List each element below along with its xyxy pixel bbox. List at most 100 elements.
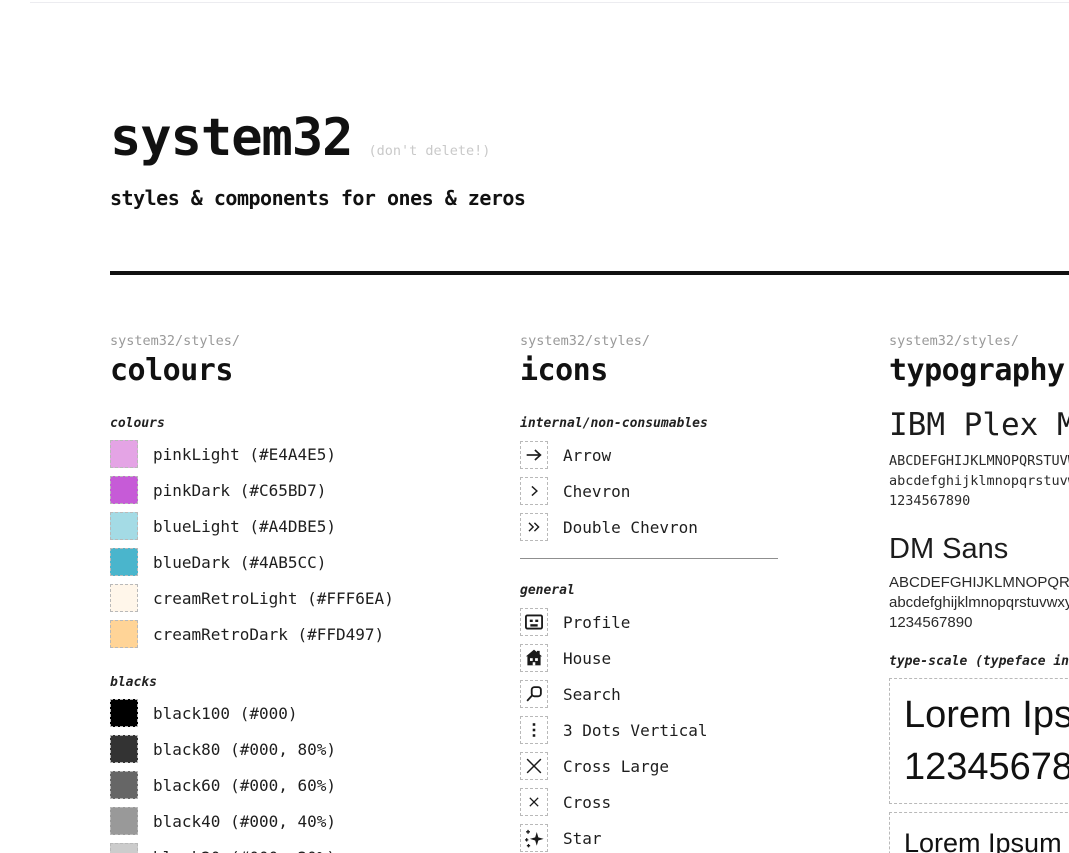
colours-section: system32/styles/ colours colours pinkLig… <box>110 334 490 853</box>
swatch-label: black60 (#000, 60%) <box>153 776 336 795</box>
sample-text-line: Lorem Ipsum <box>904 825 1069 853</box>
icon-tile[interactable] <box>520 608 548 636</box>
colour-swatch-creamretrolight[interactable] <box>110 584 138 612</box>
icon-row: Profile <box>520 608 820 636</box>
top-hairline <box>30 2 1069 3</box>
chevron-right-icon <box>524 481 544 501</box>
icon-tile[interactable] <box>520 680 548 708</box>
swatch-row: pinkLight (#E4A4E5) <box>110 440 490 468</box>
dots-vertical-icon <box>523 719 545 741</box>
main-divider <box>110 271 1069 275</box>
double-chevron-right-icon <box>524 517 544 537</box>
swatch-label: pinkLight (#E4A4E5) <box>153 445 336 464</box>
typeface-name-ibm-plex-mono: IBM Plex Mono <box>889 405 1069 445</box>
colour-swatch-creamretrodark[interactable] <box>110 620 138 648</box>
colour-swatch-pinklight[interactable] <box>110 440 138 468</box>
cross-large-icon <box>523 755 545 777</box>
icon-tile[interactable] <box>520 477 548 505</box>
icons-title: icons <box>520 353 820 389</box>
icon-label: Cross Large <box>563 757 669 776</box>
icon-row: House <box>520 644 820 672</box>
icon-tile[interactable] <box>520 716 548 744</box>
swatch-row: black20 (#000, 20%) <box>110 843 490 853</box>
swatch-label: creamRetroLight (#FFF6EA) <box>153 589 394 608</box>
typography-title: typography <box>889 353 1069 389</box>
colour-group-label: colours <box>110 417 490 431</box>
swatch-row: blueDark (#4AB5CC) <box>110 548 490 576</box>
icon-tile[interactable] <box>520 824 548 852</box>
icon-row: Double Chevron <box>520 513 820 541</box>
breadcrumb: system32/styles/ <box>889 334 1069 348</box>
icon-label: House <box>563 649 611 668</box>
icons-list-general: Profile House Se <box>520 608 820 852</box>
icon-label: Arrow <box>563 446 611 465</box>
type-scale-sample-medium[interactable]: Lorem Ipsum <box>889 812 1069 853</box>
blacks-swatch-list: black100 (#000) black80 (#000, 80%) blac… <box>110 699 490 853</box>
colour-swatch-black60[interactable] <box>110 771 138 799</box>
colour-swatch-black80[interactable] <box>110 735 138 763</box>
colour-swatch-bluedark[interactable] <box>110 548 138 576</box>
type-scale-label: type-scale (typeface in use) <box>889 655 1069 669</box>
icon-label: Chevron <box>563 482 630 501</box>
specimen-numerals: 1234567890 <box>889 491 1069 511</box>
icons-divider <box>520 558 778 559</box>
house-icon <box>523 647 545 669</box>
page-title-note: (don't delete!) <box>368 143 490 159</box>
icon-row: Chevron <box>520 477 820 505</box>
icon-label: Double Chevron <box>563 518 698 537</box>
sample-numerals-line: 1234567890 <box>904 741 1069 793</box>
icon-label: Cross <box>563 793 611 812</box>
icon-row: 3 Dots Vertical <box>520 716 820 744</box>
swatch-row: creamRetroDark (#FFD497) <box>110 620 490 648</box>
icons-group-label-internal: internal/non-consumables <box>520 417 820 431</box>
page-subtitle: styles & components for ones & zeros <box>110 186 1010 210</box>
icon-label: 3 Dots Vertical <box>563 721 708 740</box>
swatch-label: pinkDark (#C65BD7) <box>153 481 326 500</box>
sample-text-line: Lorem Ipsum <box>904 689 1069 741</box>
colours-title: colours <box>110 353 490 389</box>
swatch-label: black80 (#000, 80%) <box>153 740 336 759</box>
colour-swatch-black20[interactable] <box>110 843 138 853</box>
specimen-uppercase: ABCDEFGHIJKLMNOPQRSTUVWXYZ <box>889 573 1069 593</box>
type-scale-sample-large[interactable]: Lorem Ipsum 1234567890 <box>889 678 1069 804</box>
colour-swatch-black40[interactable] <box>110 807 138 835</box>
icon-tile[interactable] <box>520 788 548 816</box>
page-header: system32 (don't delete!) styles & compon… <box>110 108 1010 210</box>
swatch-row: black60 (#000, 60%) <box>110 771 490 799</box>
specimen-uppercase: ABCDEFGHIJKLMNOPQRSTUVWXYZ <box>889 451 1069 471</box>
typography-section: system32/styles/ typography IBM Plex Mon… <box>889 334 1069 853</box>
icon-tile[interactable] <box>520 644 548 672</box>
typeface-name-dm-sans: DM Sans <box>889 531 1069 567</box>
colour-swatch-black100[interactable] <box>110 699 138 727</box>
page-title: system32 <box>110 108 352 168</box>
swatch-row: creamRetroLight (#FFF6EA) <box>110 584 490 612</box>
swatch-row: black100 (#000) <box>110 699 490 727</box>
icons-section: system32/styles/ icons internal/non-cons… <box>520 334 820 853</box>
colour-swatch-pinkdark[interactable] <box>110 476 138 504</box>
breadcrumb: system32/styles/ <box>520 334 820 348</box>
colour-swatch-list: pinkLight (#E4A4E5) pinkDark (#C65BD7) b… <box>110 440 490 648</box>
star-icon <box>523 827 545 849</box>
breadcrumb: system32/styles/ <box>110 334 490 348</box>
icon-tile[interactable] <box>520 441 548 469</box>
icon-row: Cross Large <box>520 752 820 780</box>
specimen-lowercase: abcdefghijklmnopqrstuvwxyz <box>889 471 1069 491</box>
icon-tile[interactable] <box>520 513 548 541</box>
icons-group-label-general: general <box>520 584 820 598</box>
swatch-label: black40 (#000, 40%) <box>153 812 336 831</box>
typeface-specimen-mono: ABCDEFGHIJKLMNOPQRSTUVWXYZ abcdefghijklm… <box>889 451 1069 511</box>
search-icon <box>523 683 545 705</box>
cross-icon <box>524 792 544 812</box>
specimen-numerals: 1234567890 <box>889 613 1069 633</box>
swatch-row: black80 (#000, 80%) <box>110 735 490 763</box>
swatch-label: blueLight (#A4DBE5) <box>153 517 336 536</box>
icon-tile[interactable] <box>520 752 548 780</box>
swatch-label: black100 (#000) <box>153 704 298 723</box>
colour-swatch-bluelight[interactable] <box>110 512 138 540</box>
swatch-row: blueLight (#A4DBE5) <box>110 512 490 540</box>
swatch-label: black20 (#000, 20%) <box>153 848 336 853</box>
specimen-lowercase: abcdefghijklmnopqrstuvwxyz <box>889 593 1069 613</box>
blacks-group-label: blacks <box>110 676 490 690</box>
icons-list-internal: Arrow Chevron Double Chevron <box>520 441 820 541</box>
swatch-label: creamRetroDark (#FFD497) <box>153 625 384 644</box>
